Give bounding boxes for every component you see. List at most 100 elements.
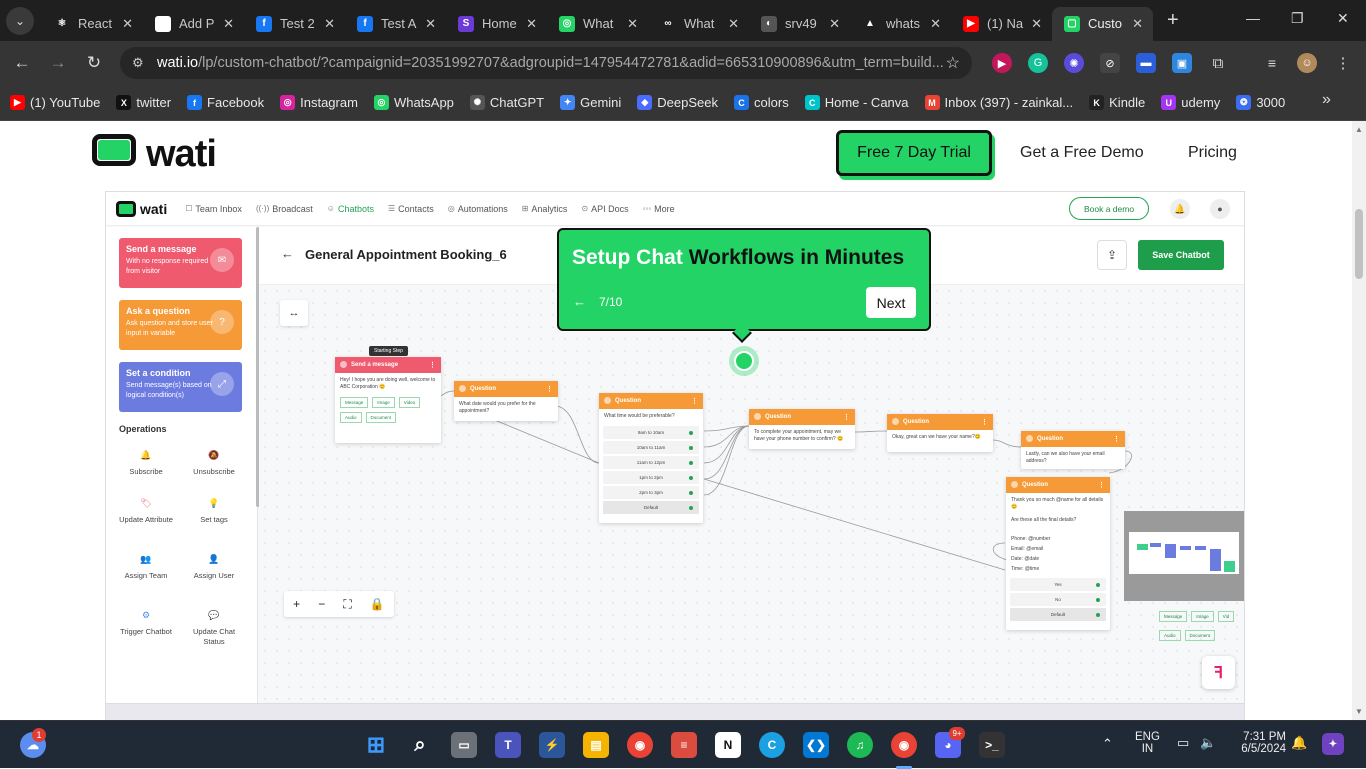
extension-image-icon[interactable]: ▣ (1172, 53, 1192, 73)
extension-gear-icon[interactable]: ✺ (1064, 53, 1084, 73)
help-widget-icon[interactable]: ꟻ (1202, 656, 1235, 689)
bookmark-item[interactable]: ✺ ChatGPT (469, 95, 544, 110)
browser-tab[interactable]: ▢ Custo ✕ (1052, 6, 1153, 41)
chrome-active-icon[interactable]: ◉ (891, 732, 917, 758)
network-icon[interactable]: ▭ (1177, 735, 1189, 751)
tab-close-icon[interactable]: ✕ (324, 16, 335, 32)
browser-menu-icon[interactable]: ⋮ (1333, 53, 1353, 73)
user-icon[interactable]: ● (1210, 199, 1230, 219)
browser-tab[interactable]: ▶ (1) Na ✕ (951, 7, 1052, 41)
app-nav-item[interactable]: ⊙ API Docs (581, 204, 628, 214)
option-row[interactable]: 2pm to 3pm (603, 486, 699, 499)
browser-tab[interactable]: ◐ srv49 ✕ (749, 7, 850, 41)
bookmark-item[interactable]: ▶ (1) YouTube (10, 95, 100, 110)
teams-icon[interactable]: T (495, 732, 521, 758)
operation-item[interactable]: 💡 Set tags (184, 495, 244, 525)
forward-icon[interactable]: → (40, 53, 76, 73)
operation-item[interactable]: 🔕 Unsubscribe (184, 447, 244, 477)
windows-start-icon[interactable]: ⊞ (363, 732, 389, 758)
reload-icon[interactable]: ↻ (76, 53, 112, 73)
browser-tab[interactable]: ▲ whats ✕ (850, 7, 951, 41)
tray-overflow-icon[interactable]: ⌃ (1102, 736, 1113, 752)
vscode-icon[interactable]: ❮❯ (803, 732, 829, 758)
tab-close-icon[interactable]: ✕ (1132, 16, 1143, 32)
media-button[interactable]: Audio (340, 412, 362, 423)
grammarly-icon[interactable]: G (1028, 53, 1048, 73)
scroll-down-icon[interactable]: ▼ (1355, 707, 1363, 716)
connector-dot-icon[interactable] (1096, 597, 1100, 602)
question-node-phone[interactable]: Question ⋮ To complete your appointment, … (749, 409, 855, 449)
browser-tab[interactable]: ∞ What ✕ (648, 7, 749, 41)
browser-tab[interactable]: ⚛ React ✕ (42, 7, 143, 41)
tab-close-icon[interactable]: ✕ (526, 16, 537, 32)
question-node-confirm[interactable]: Question ⋮ Thank you so much @name for al… (1006, 477, 1110, 630)
media-control-icon[interactable]: ≡ (1262, 53, 1282, 73)
bookmarks-overflow-icon[interactable]: » (1322, 91, 1331, 109)
option-row[interactable]: 10am to 11am (603, 441, 699, 454)
connector-dot-icon[interactable] (689, 505, 693, 510)
bookmark-item[interactable]: ❂ 3000 (1236, 95, 1285, 110)
connector-dot-icon[interactable] (689, 445, 693, 450)
connector-dot-icon[interactable] (689, 475, 693, 480)
app-nav-item[interactable]: ☺ Chatbots (327, 204, 374, 214)
app-nav-item[interactable]: ((·)) Broadcast (256, 204, 313, 214)
save-chatbot-button[interactable]: Save Chatbot (1138, 240, 1224, 270)
browser-tab[interactable]: ◎ What ✕ (547, 7, 648, 41)
wati-logo[interactable]: wati (90, 132, 217, 176)
option-row[interactable]: Default (1010, 608, 1106, 621)
browser-tab[interactable]: ▣ Add P ✕ (143, 7, 244, 41)
media-button[interactable]: Message (1159, 611, 1188, 622)
clock[interactable]: 7:31 PM 6/5/2024 (1230, 731, 1286, 755)
zoom-in-icon[interactable]: + (293, 597, 300, 611)
todoist-icon[interactable]: ≡ (671, 732, 697, 758)
media-button[interactable]: Image (372, 397, 395, 408)
node-menu-icon[interactable]: ⋮ (843, 413, 850, 421)
terminal-icon[interactable]: >_ (979, 732, 1005, 758)
question-node-date[interactable]: Question ⋮ What date would you prefer for… (454, 381, 558, 421)
browser-tab[interactable]: f Test 2 ✕ (244, 7, 345, 41)
app-nav-item[interactable]: ☐ Team Inbox (185, 204, 242, 214)
notifications-bell-icon[interactable]: 🔔 (1291, 735, 1307, 751)
connector-dot-icon[interactable] (689, 430, 693, 435)
maximize-icon[interactable]: ❐ (1291, 10, 1304, 27)
node-menu-icon[interactable]: ⋮ (981, 418, 988, 426)
operation-item[interactable]: 👥 Assign Team (116, 551, 176, 581)
fit-view-icon[interactable]: ⛶ (343, 597, 351, 612)
pricing-link[interactable]: Pricing (1188, 144, 1237, 162)
bookmark-item[interactable]: ◎ WhatsApp (373, 95, 454, 110)
profile-avatar[interactable]: ☺ (1297, 53, 1317, 73)
url-bar[interactable]: ⚙ wati.io/lp/custom-chatbot/?campaignid=… (120, 47, 972, 79)
connector-dot-icon[interactable] (1096, 612, 1100, 617)
copilot-icon[interactable]: ✦ (1322, 733, 1344, 755)
app-nav-item[interactable]: ◦◦◦ More (643, 204, 675, 214)
send-message-node[interactable]: Send a message ⋮ Hey! I hope you are doin… (335, 357, 441, 443)
bookmark-item[interactable]: M Inbox (397) - zainkal... (924, 95, 1073, 110)
set-condition-card[interactable]: Set a condition Send message(s) based on… (119, 362, 242, 412)
book-demo-button[interactable]: Book a demo (1069, 197, 1149, 220)
media-button[interactable]: Document (365, 412, 397, 423)
option-row[interactable]: Default (603, 501, 699, 514)
minimize-icon[interactable]: — (1246, 10, 1260, 26)
node-menu-icon[interactable]: ⋮ (691, 397, 698, 405)
media-button[interactable]: Audio (1159, 630, 1181, 641)
scrollbar-thumb[interactable] (1355, 209, 1363, 279)
question-node-time[interactable]: Question ⋮ What time would be preferable?… (599, 393, 703, 523)
app-nav-item[interactable]: ◎ Automations (448, 204, 508, 214)
tab-close-icon[interactable]: ✕ (728, 16, 739, 32)
extension-link-icon[interactable]: ⊘ (1100, 53, 1120, 73)
new-tab-button[interactable]: + (1167, 9, 1179, 32)
send-message-card[interactable]: Send a message With no response required… (119, 238, 242, 288)
bookmark-item[interactable]: Uudemy (1161, 95, 1220, 110)
tab-close-icon[interactable]: ✕ (627, 16, 638, 32)
node-menu-icon[interactable]: ⋮ (546, 385, 553, 393)
media-button[interactable]: Video (398, 397, 421, 408)
tab-close-icon[interactable]: ✕ (930, 16, 941, 32)
operation-item[interactable]: 👤 Assign User (184, 551, 244, 581)
vpn-icon[interactable]: ⚡ (539, 732, 565, 758)
question-node-name[interactable]: Question ⋮ Okay, great can we have your n… (887, 414, 993, 452)
connector-dot-icon[interactable] (689, 460, 693, 465)
extensions-puzzle-icon[interactable]: ⧉ (1208, 53, 1228, 73)
canva-icon[interactable]: C (759, 732, 785, 758)
bookmark-item[interactable]: ✦ Gemini (560, 95, 621, 110)
operation-item[interactable]: ⚙ Trigger Chatbot (116, 607, 176, 637)
